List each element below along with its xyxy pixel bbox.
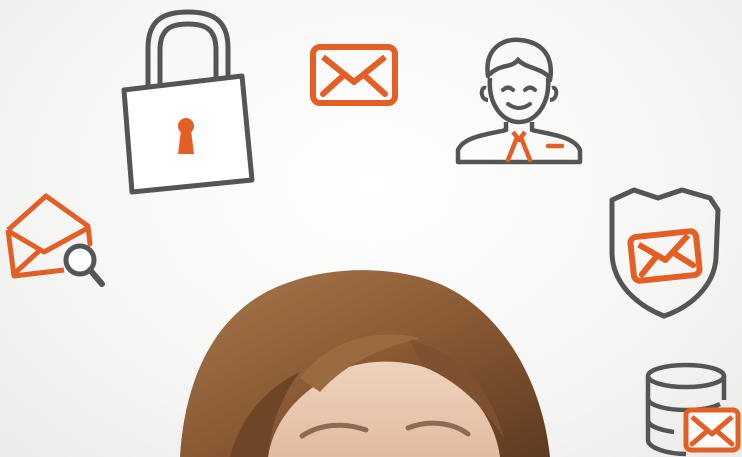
woman-portrait bbox=[180, 270, 550, 457]
businessman-icon bbox=[455, 37, 583, 165]
envelope-icon bbox=[310, 44, 398, 106]
lock-icon bbox=[121, 9, 255, 195]
open-envelope-search-icon bbox=[5, 193, 105, 287]
database-envelope-icon bbox=[645, 362, 741, 457]
shield-envelope-icon bbox=[609, 187, 721, 319]
